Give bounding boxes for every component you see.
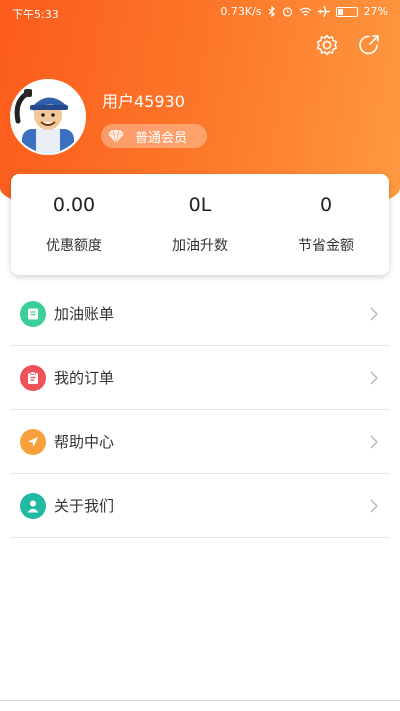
status-time: 下午5:33 [12,8,59,21]
bottom-tab-bar [0,700,400,711]
battery-level: 27% [363,5,388,18]
tab-home[interactable] [42,704,58,711]
alarm-icon [282,6,293,17]
chevron-right-icon [370,434,378,453]
menu-item-label: 我的订单 [54,369,115,387]
diamond-icon [107,129,125,144]
network-speed: 0.73K/s [220,5,262,18]
chevron-right-icon [370,306,378,325]
tab-discover[interactable] [242,704,258,711]
stat-label: 加油升数 [172,238,228,254]
menu-item-label: 帮助中心 [54,433,115,451]
stat-value: 0L [188,194,212,216]
bluetooth-icon [268,6,276,17]
stats-card: 0.00 优惠额度 0L 加油升数 0 节省金额 [11,174,389,275]
share-button[interactable] [356,34,382,60]
settings-button[interactable] [314,34,340,60]
gear-icon [315,33,339,61]
airplane-icon [317,6,330,17]
menu-item-label: 关于我们 [54,497,115,515]
tab-orders[interactable] [142,704,158,711]
wifi-icon [299,7,312,17]
menu-list: 加油账单 我的订单 帮助中心 关于我们 [10,282,390,538]
stat-value: 0.00 [52,194,96,216]
menu-item-my-orders[interactable]: 我的订单 [10,346,390,410]
clipboard-icon [20,364,46,391]
header-actions [314,34,382,60]
tab-profile[interactable] [342,704,358,711]
member-level-badge[interactable]: 普通会员 [101,124,207,148]
stat-savings[interactable]: 0 节省金额 [263,174,389,275]
person-icon [20,492,46,519]
battery-icon [335,6,358,17]
avatar[interactable] [10,79,86,155]
stat-label: 优惠额度 [46,238,102,254]
member-level-label: 普通会员 [135,130,188,146]
username: 用户45930 [102,92,185,111]
stat-value: 0 [319,194,333,216]
menu-item-about-us[interactable]: 关于我们 [10,474,390,538]
stat-liters[interactable]: 0L 加油升数 [137,174,263,275]
status-indicators: 0.73K/s 27% [220,5,388,18]
menu-item-help-center[interactable]: 帮助中心 [10,410,390,474]
share-icon [358,34,380,60]
bill-icon [20,300,46,327]
menu-item-label: 加油账单 [54,305,115,323]
status-bar: 下午5:33 0.73K/s 27% [0,0,400,26]
chevron-right-icon [370,498,378,517]
chevron-right-icon [370,370,378,389]
mechanic-avatar-image [12,81,84,153]
menu-item-fuel-bill[interactable]: 加油账单 [10,282,390,346]
navigation-icon [20,428,46,455]
stat-discount[interactable]: 0.00 优惠额度 [11,174,137,275]
stat-label: 节省金额 [298,238,354,254]
